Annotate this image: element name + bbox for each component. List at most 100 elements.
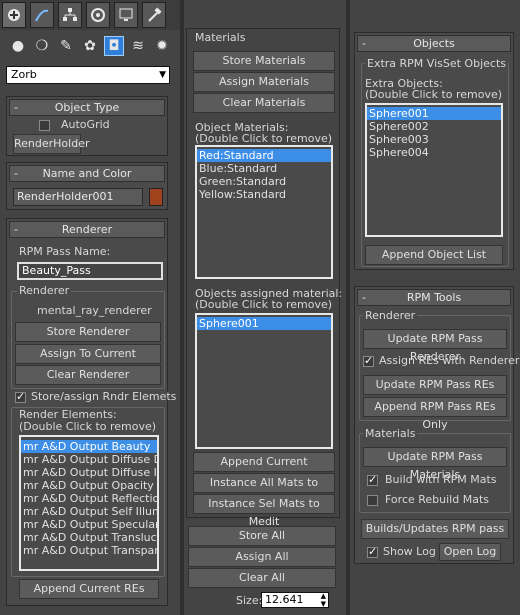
list-item[interactable]: Sphere001 [197,317,331,330]
modify-icon [35,9,49,22]
display-tab[interactable] [114,2,138,28]
store-all-button[interactable]: Store All [188,526,336,546]
builds-updates-button[interactable]: Builds/Updates RPM pass [361,519,509,539]
list-item[interactable]: mr A&D Output Diffuse Indirect [21,466,157,479]
create-icon [8,9,20,21]
extra-objects-hint: (Double Click to remove) [365,88,503,101]
materials-title: Materials [195,31,246,44]
object-materials-list[interactable]: Red:Standard Blue:Standard Green:Standar… [195,145,333,279]
render-elements-list[interactable]: mr A&D Output Beauty mr A&D Output Diffu… [19,435,159,571]
motion-tab[interactable] [86,2,110,28]
show-log-label: Show Log [383,545,436,558]
pass-name-label: RPM Pass Name: [19,245,111,258]
assign-res-checkbox[interactable] [363,354,374,367]
autogrid-checkbox[interactable] [39,120,50,131]
object-color-swatch[interactable] [149,188,163,206]
object-type-rollout: - Object Type AutoGrid RenderHolder [6,96,168,156]
object-type-header[interactable]: - Object Type [9,99,165,116]
object-materials-hint: (Double Click to remove) [195,132,333,145]
utilities-tab[interactable] [142,2,166,28]
list-item[interactable]: Red:Standard [197,149,331,162]
name-color-title: Name and Color [42,167,132,180]
rpm-tools-header[interactable]: - RPM Tools [357,289,511,306]
assign-all-button[interactable]: Assign All [188,547,336,567]
instance-all-mats-button[interactable]: Instance All Mats to Medit [193,473,335,507]
size-label: Size: [236,594,263,607]
lights-icon[interactable]: ✎ [56,36,76,56]
motion-icon [91,8,105,22]
materials-panel: Materials Store Materials Assign Materia… [184,0,346,615]
list-item[interactable]: Yellow:Standard [197,188,331,201]
assign-renderer-button[interactable]: Assign To Current Renderer [15,344,161,378]
list-item[interactable]: Sphere001 [367,107,501,120]
hierarchy-tab[interactable] [58,2,82,28]
force-rebuild-label: Force Rebuild Mats [385,493,489,506]
store-assign-checkbox[interactable] [15,390,26,403]
append-current-res-button[interactable]: Append Current REs [19,579,159,599]
list-item[interactable]: Sphere004 [367,146,501,159]
geometry-icon[interactable]: ● [8,36,28,56]
show-log-checkbox[interactable] [367,545,378,558]
category-dropdown[interactable]: Zorb ▼ [6,66,170,84]
size-spinner[interactable]: 12.641 ▲ ▼ [261,592,329,608]
render-elements-hint: (Double Click to remove) [19,420,157,433]
command-panel-tabs [0,0,180,30]
list-item[interactable]: mr A&D Output Opacity Background [21,479,157,492]
renderholder-button[interactable]: RenderHolder [13,134,90,154]
autogrid-label: AutoGrid [61,118,110,131]
name-color-rollout: - Name and Color RenderHolder001 [6,162,168,210]
open-log-button[interactable]: Open Log [439,543,501,561]
build-with-mats-label: Build with RPM Mats [385,473,497,486]
list-item[interactable]: mr A&D Output Self Illumination [21,505,157,518]
objects-header[interactable]: - Objects [357,35,511,52]
clear-materials-button[interactable]: Clear Materials [193,93,335,113]
spacewarps-icon[interactable]: ≋ [128,36,148,56]
renderer-title: Renderer [61,223,113,236]
create-tab[interactable] [2,2,26,28]
renderer-header[interactable]: - Renderer [9,221,165,238]
update-res-only-button[interactable]: Update RPM Pass REs Only [363,375,507,409]
hammer-icon [148,7,162,22]
list-item[interactable]: mr A&D Output Translucency [21,531,157,544]
update-pass-materials-button[interactable]: Update RPM Pass Materials [363,447,507,481]
spinner-arrows-icon[interactable]: ▲ ▼ [321,592,326,608]
list-item[interactable]: Sphere002 [367,120,501,133]
list-item[interactable]: mr A&D Output Diffuse Direct [21,453,157,466]
store-renderer-button[interactable]: Store Renderer [15,322,161,342]
list-item[interactable]: mr A&D Output Reflections [21,492,157,505]
modify-tab[interactable] [30,2,54,28]
name-color-header[interactable]: - Name and Color [9,165,165,182]
list-item[interactable]: mr A&D Output Transparency [21,544,157,557]
hierarchy-icon [63,8,77,21]
append-current-materials-button[interactable]: Append Current Materials [193,452,335,486]
list-item[interactable]: Green:Standard [197,175,331,188]
systems-icon[interactable]: ✹ [152,36,172,56]
object-name-field[interactable]: RenderHolder001 [13,188,143,206]
display-icon [119,8,133,21]
assign-materials-button[interactable]: Assign Materials [193,72,335,92]
shapes-icon[interactable]: ❍ [32,36,52,56]
list-item[interactable]: Sphere003 [367,133,501,146]
store-materials-button[interactable]: Store Materials [193,51,335,71]
append-object-list-button[interactable]: Append Object List [365,245,503,265]
objects-title: Objects [413,37,455,50]
helpers-icon[interactable]: ◘ [104,36,124,56]
instance-sel-mats-button[interactable]: Instance Sel Mats to Medit [193,494,335,528]
store-assign-label: Store/assign Rndr Elemets [31,390,177,403]
assigned-objects-list[interactable]: Sphere001 [195,313,333,449]
list-item[interactable]: mr A&D Output Beauty [21,440,157,453]
pass-name-input[interactable]: Beauty_Pass [17,262,163,280]
clear-renderer-button[interactable]: Clear Renderer [15,365,161,385]
tools-materials-group-title: Materials [363,427,418,440]
renderer-name-label: mental_ray_renderer [37,304,152,317]
force-rebuild-checkbox[interactable] [367,495,378,506]
category-value: Zorb [11,68,37,81]
append-res-only-button[interactable]: Append RPM Pass REs Only [363,397,507,431]
clear-all-button[interactable]: Clear All [188,568,336,588]
build-with-mats-checkbox[interactable] [367,473,378,486]
list-item[interactable]: mr A&D Output Specular [21,518,157,531]
cameras-icon[interactable]: ✿ [80,36,100,56]
extra-objects-list[interactable]: Sphere001 Sphere002 Sphere003 Sphere004 [365,103,503,237]
update-pass-renderer-button[interactable]: Update RPM Pass Renderer [363,329,507,363]
list-item[interactable]: Blue:Standard [197,162,331,175]
